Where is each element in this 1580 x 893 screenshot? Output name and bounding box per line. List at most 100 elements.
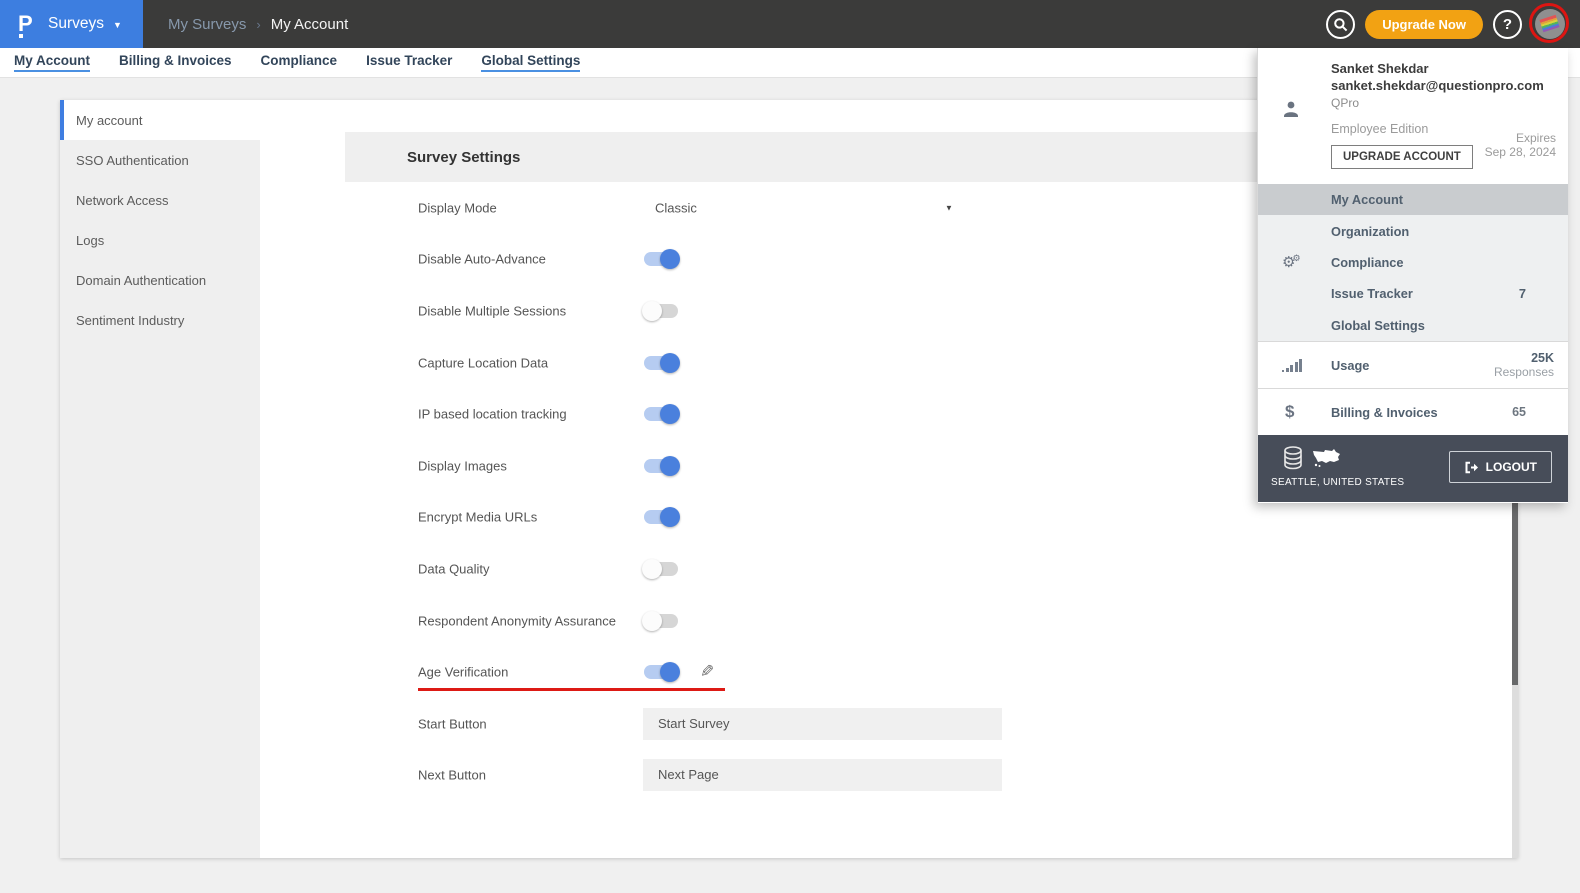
user-name: Sanket Shekdar (1331, 61, 1429, 76)
menu-item-label: Compliance (1331, 255, 1404, 270)
menu-item-organization[interactable]: Organization (1258, 215, 1568, 246)
product-name: Surveys (48, 15, 104, 33)
age-verification-toggle[interactable] (644, 665, 678, 679)
toggle-knob (660, 249, 680, 269)
setting-label: Data Quality (418, 561, 490, 576)
logout-icon (1464, 461, 1479, 474)
toggle-knob (642, 301, 662, 321)
tab-my-account[interactable]: My Account (14, 53, 90, 72)
edit-pencil-icon[interactable]: ✎ (700, 662, 714, 682)
upgrade-now-button[interactable]: Upgrade Now (1365, 10, 1483, 39)
menu-item-label: Organization (1331, 224, 1409, 239)
usage-row[interactable]: Usage 25K Responses (1258, 341, 1568, 388)
menu-item-label: Global Settings (1331, 318, 1425, 333)
menu-item-label: Issue Tracker (1331, 286, 1413, 301)
gears-icon: ⚙⚙ (1282, 253, 1304, 271)
billing-value: 65 (1512, 405, 1526, 419)
display-mode-select[interactable]: Classic (655, 200, 697, 215)
toggle-knob (660, 662, 680, 682)
setting-label: IP based location tracking (418, 407, 567, 422)
setting-label: Respondent Anonymity Assurance (418, 613, 616, 628)
menu-item-my-account[interactable]: My Account (1258, 184, 1568, 215)
menu-item-label: My Account (1331, 192, 1403, 207)
usage-value-block: 25K Responses (1494, 351, 1554, 379)
encrypt-media-urls-toggle[interactable] (644, 510, 678, 524)
datacenter-location: SEATTLE, UNITED STATES (1271, 477, 1404, 488)
usage-value: 25K (1494, 351, 1554, 365)
toggle-knob (660, 456, 680, 476)
tab-compliance[interactable]: Compliance (261, 53, 338, 72)
breadcrumb: My Surveys › My Account (168, 0, 348, 48)
sidebar-item-my-account[interactable]: My account (60, 100, 260, 140)
sidebar-item-domain-authentication[interactable]: Domain Authentication (60, 260, 260, 300)
user-menu-panel: Sanket Shekdar sanket.shekdar@questionpr… (1257, 48, 1568, 503)
expires-label: Expires (1485, 131, 1556, 145)
top-bar: P Surveys ▼ My Surveys › My Account Upgr… (0, 0, 1580, 48)
sidebar-item-sso-authentication[interactable]: SSO Authentication (60, 140, 260, 180)
toggle-knob (660, 353, 680, 373)
breadcrumb-parent[interactable]: My Surveys (168, 16, 246, 33)
data-quality-toggle[interactable] (644, 562, 678, 576)
disable-multiple-sessions-toggle[interactable] (644, 304, 678, 318)
usa-map-icon (1312, 448, 1342, 468)
setting-label: Disable Auto-Advance (418, 252, 546, 267)
user-org: QPro (1331, 96, 1359, 110)
toggle-knob (660, 507, 680, 527)
usage-label: Usage (1331, 358, 1369, 373)
sidebar-item-sentiment-industry[interactable]: Sentiment Industry (60, 300, 260, 340)
setting-label: Encrypt Media URLs (418, 510, 537, 525)
user-avatar-wrap (1532, 6, 1568, 42)
capture-location-data-toggle[interactable] (644, 356, 678, 370)
start-button-input[interactable]: Start Survey (643, 708, 1002, 740)
sidebar-item-network-access[interactable]: Network Access (60, 180, 260, 220)
menu-item-issue-tracker[interactable]: Issue Tracker 7 (1258, 278, 1568, 309)
billing-label: Billing & Invoices (1331, 405, 1438, 420)
user-menu-items: My Account Organization ⚙⚙ Compliance Issue … (1258, 184, 1568, 341)
logout-label: LOGOUT (1486, 460, 1537, 474)
person-icon (1282, 100, 1300, 118)
billing-row[interactable]: $ Billing & Invoices 65 (1258, 388, 1568, 435)
toggle-knob (642, 559, 662, 579)
setting-label: Start Button (418, 716, 487, 731)
settings-sidebar: My accountSSO AuthenticationNetwork Acce… (60, 100, 260, 858)
help-button[interactable]: ? (1493, 10, 1522, 39)
menu-item-global-settings[interactable]: Global Settings (1258, 310, 1568, 341)
search-button[interactable] (1326, 10, 1355, 39)
avatar-logo-icon (1539, 15, 1559, 33)
questionpro-logo-icon: P (18, 9, 42, 39)
sidebar-item-logs[interactable]: Logs (60, 220, 260, 260)
toggle-knob (642, 611, 662, 631)
chevron-down-icon[interactable]: ▼ (945, 203, 953, 212)
search-icon (1333, 17, 1348, 32)
setting-label: Next Button (418, 768, 486, 783)
tab-global-settings[interactable]: Global Settings (481, 53, 580, 72)
disable-auto-advance-toggle[interactable] (644, 252, 678, 266)
menu-item-compliance[interactable]: ⚙⚙ Compliance (1258, 247, 1568, 278)
breadcrumb-separator-icon: › (256, 17, 260, 32)
ip-based-location-tracking-toggle[interactable] (644, 407, 678, 421)
setting-label: Display Images (418, 458, 507, 473)
setting-row-data-quality: Data Quality (345, 543, 1505, 595)
dollar-icon: $ (1285, 402, 1294, 422)
breadcrumb-current: My Account (271, 16, 349, 33)
license-expiry: Expires Sep 28, 2024 (1485, 131, 1556, 159)
display-images-toggle[interactable] (644, 459, 678, 473)
tab-issue-tracker[interactable]: Issue Tracker (366, 53, 452, 72)
chevron-down-icon: ▼ (113, 20, 122, 30)
avatar[interactable] (1535, 9, 1565, 39)
usage-unit: Responses (1494, 365, 1554, 379)
annotation-underline (418, 688, 725, 691)
page: P Surveys ▼ My Surveys › My Account Upgr… (0, 0, 1580, 893)
menu-item-count: 7 (1519, 286, 1526, 301)
respondent-anonymity-assurance-toggle[interactable] (644, 614, 678, 628)
user-email: sanket.shekdar@questionpro.com (1331, 78, 1544, 93)
logout-button[interactable]: LOGOUT (1449, 451, 1552, 483)
topbar-actions: Upgrade Now ? (1326, 0, 1568, 48)
upgrade-account-button[interactable]: UPGRADE ACCOUNT (1331, 145, 1473, 169)
next-button-input[interactable]: Next Page (643, 759, 1002, 791)
product-switcher[interactable]: P Surveys ▼ (0, 0, 143, 48)
setting-label: Age Verification (418, 665, 508, 680)
datacenter-icons (1282, 446, 1342, 470)
setting-row-respondent-anonymity-assurance: Respondent Anonymity Assurance (345, 595, 1505, 647)
tab-billing-invoices[interactable]: Billing & Invoices (119, 53, 232, 72)
